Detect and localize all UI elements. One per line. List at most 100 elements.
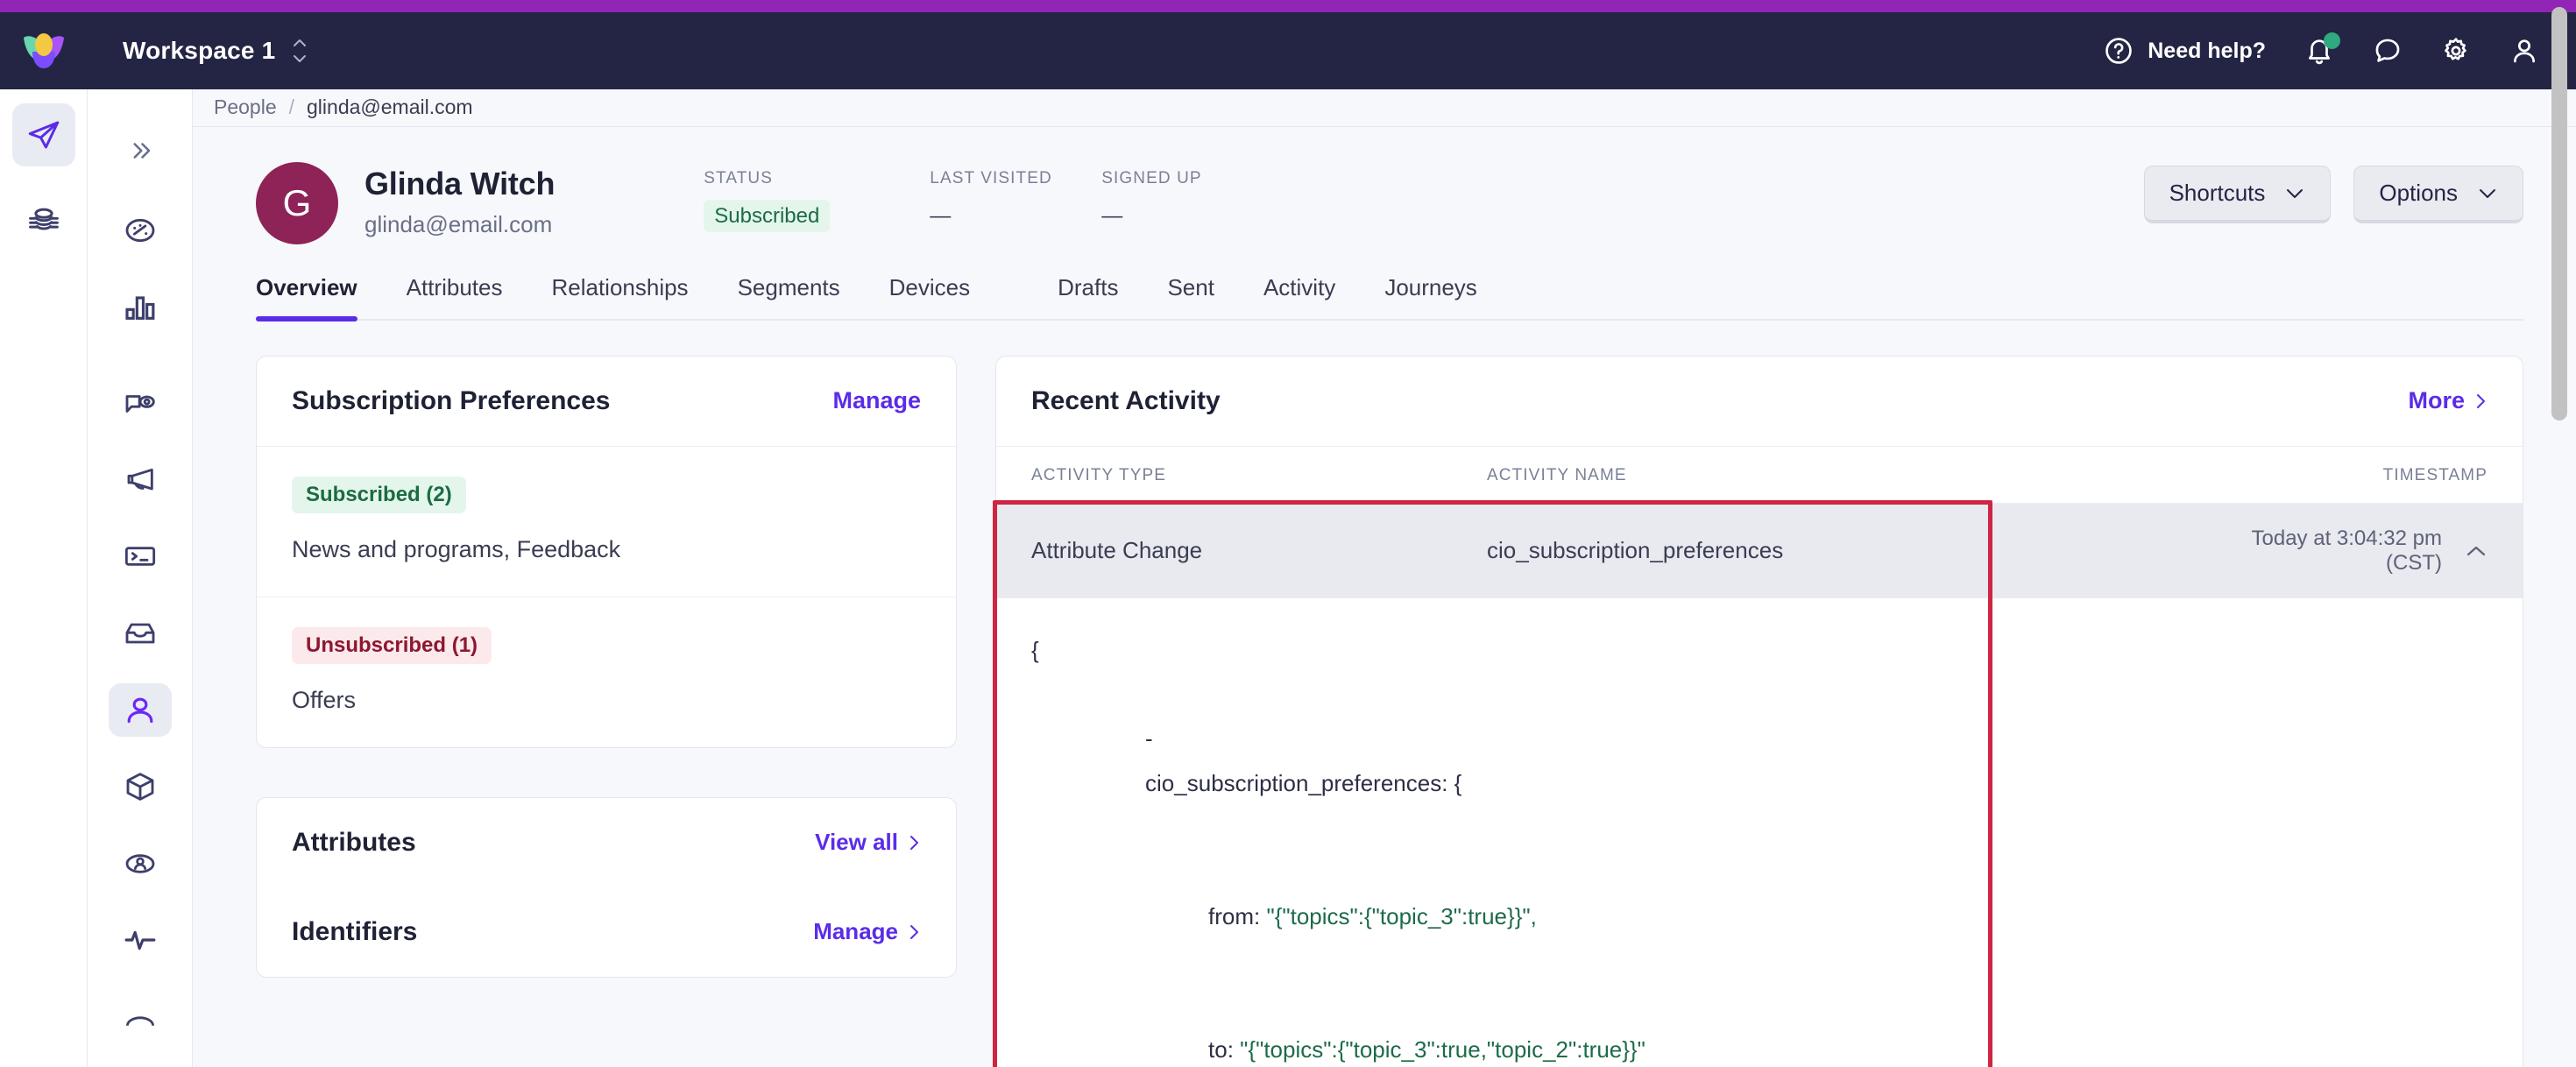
sidebar-item-inbox[interactable] [109,606,172,661]
tab-segments[interactable]: Segments [738,274,840,319]
activity-name-cell: cio_subscription_preferences [1487,537,1784,564]
secondary-nav-rail [88,89,193,1067]
sidebar-item-more[interactable] [109,990,172,1044]
content-scroll-area: G Glinda Witch glinda@email.com STATUS S… [193,127,2576,1067]
sidebar-item-objects[interactable] [109,760,172,814]
tab-drafts[interactable]: Drafts [1058,274,1118,319]
page-scrollbar-thumb[interactable] [2551,7,2567,420]
settings-button[interactable] [2441,36,2471,66]
tab-journeys[interactable]: Journeys [1384,274,1477,319]
activity-card-title: Recent Activity [1031,385,1221,415]
recent-activity-card: Recent Activity More ACTIVITY TYPE ACTIV… [995,355,2523,1067]
diff-line: { [1031,636,1039,663]
breadcrumb-people-link[interactable]: People [214,95,277,119]
sidebar-item-api[interactable] [109,529,172,583]
sidebar-item-message-preview[interactable] [109,376,172,430]
sidebar-item-analytics[interactable] [109,280,172,335]
page-title: Glinda Witch [364,165,556,201]
tab-sent[interactable]: Sent [1167,274,1214,319]
app-root: Workspace 1 Need help? People / glinda@e… [0,0,2576,1067]
sidebar-item-dashboard[interactable] [109,203,172,258]
overview-columns: Subscription Preferences Manage Subscrib… [193,321,2576,1067]
attributes-view-all-link[interactable]: View all [815,829,921,856]
top-bar-actions: Need help? [2104,32,2539,66]
column-timestamp: TIMESTAMP [2382,465,2488,484]
meta-status-label: STATUS [704,168,774,187]
meta-signed-up: SIGNED UP — [1101,169,1273,229]
unsubscribed-section: Unsubscribed (1) Offers [257,596,956,747]
profile-header: G Glinda Witch glinda@email.com STATUS S… [193,127,2576,244]
sidebar-item-audiences[interactable] [109,837,172,891]
identifiers-manage-link[interactable]: Manage [813,918,921,945]
shortcuts-button[interactable]: Shortcuts [2143,165,2332,223]
accent-bar [0,0,2576,12]
tab-overview[interactable]: Overview [256,274,357,322]
options-button[interactable]: Options [2353,165,2523,223]
sidebar-item-broadcasts[interactable] [109,453,172,507]
activity-more-link[interactable]: More [2408,387,2488,414]
account-button[interactable] [2509,36,2539,66]
tab-relationships[interactable]: Relationships [551,274,688,319]
chevron-right-icon [2473,391,2488,412]
notification-badge-dot [2324,32,2340,49]
subscription-card-title: Subscription Preferences [292,385,611,415]
sidebar-item-activity-logs[interactable] [109,914,172,968]
chevron-down-icon [2284,187,2305,200]
tab-attributes[interactable]: Attributes [407,274,503,319]
profile-tabs: Overview Attributes Relationships Segmen… [256,244,2523,322]
chat-bubble-icon [2375,39,2400,62]
diff-line-removed: - cio_subscription_preferences: { [1031,673,2488,851]
profile-email: glinda@email.com [364,210,553,237]
profile-meta: STATUS Subscribed LAST VISITED — SIGNED … [704,162,1273,232]
top-bar: Workspace 1 Need help? [0,12,2576,89]
activity-table-header: ACTIVITY TYPE ACTIVITY NAME TIMESTAMP [996,447,2523,504]
status-badge: Subscribed [704,199,831,232]
activity-timestamp-text: Today at 3:04:32 pm (CST) [2251,526,2442,575]
chevron-up-icon[interactable] [2465,544,2488,558]
customerio-logo-icon [24,33,64,68]
unsubscribed-chip: Unsubscribed (1) [292,626,492,664]
diff-to-label: to: [1208,1036,1241,1063]
activity-more-label: More [2408,387,2465,414]
chat-button[interactable] [2373,36,2403,66]
sidebar-item-data[interactable] [12,187,75,251]
attributes-row: Attributes View all [257,798,956,887]
chevrons-right-icon [132,143,150,159]
shortcuts-label: Shortcuts [2169,179,2266,206]
activity-card-header: Recent Activity More [996,357,2523,447]
app-logo[interactable] [0,31,88,71]
chevron-right-icon [907,832,921,853]
workspace-switcher-icon[interactable] [291,38,308,64]
breadcrumb-current: glinda@email.com [307,95,473,119]
avatar: G [256,161,338,244]
table-row[interactable]: Attribute Change cio_subscription_prefer… [996,503,2523,598]
subscription-preferences-card: Subscription Preferences Manage Subscrib… [256,355,957,748]
activity-pulse-icon [124,931,155,950]
diff-line-to: to: "{"topics":{"topic_3":true,"topic_2"… [1031,983,2488,1067]
tab-activity[interactable]: Activity [1263,274,1335,319]
sidebar-item-people[interactable] [108,682,172,738]
left-column: Subscription Preferences Manage Subscrib… [256,355,957,978]
activity-timestamp-cell: Today at 3:04:32 pm (CST) [2198,526,2488,576]
megaphone-icon [127,468,153,491]
meta-signed-up-label: SIGNED UP [1101,168,1202,187]
meta-last-visited-value: — [930,203,952,228]
workspace-name: Workspace 1 [123,37,276,64]
tab-devices[interactable]: Devices [889,274,970,319]
attributes-view-all-label: View all [815,829,898,856]
unsubscribed-topics: Offers [292,686,357,713]
right-column: Recent Activity More ACTIVITY TYPE ACTIV… [995,355,2523,1067]
body: People / glinda@email.com G Glinda Witch… [0,7,2576,1067]
question-circle-icon [2104,36,2134,66]
need-help-button[interactable]: Need help? [2104,36,2266,66]
subscription-manage-link[interactable]: Manage [832,387,921,414]
meta-last-visited-label: LAST VISITED [930,168,1052,187]
collapse-sidebar-button[interactable] [88,98,192,203]
diff-key: cio_subscription_preferences: { [1145,769,1462,796]
diff-marker: - [1145,725,1153,753]
notifications-button[interactable] [2304,32,2340,66]
page-scrollbar[interactable] [2548,0,2571,1067]
ellipse-icon [125,1016,154,1027]
diff-from-value: "{"topics":{"topic_3":true}}", [1266,903,1537,930]
sidebar-item-campaigns[interactable] [11,103,75,166]
